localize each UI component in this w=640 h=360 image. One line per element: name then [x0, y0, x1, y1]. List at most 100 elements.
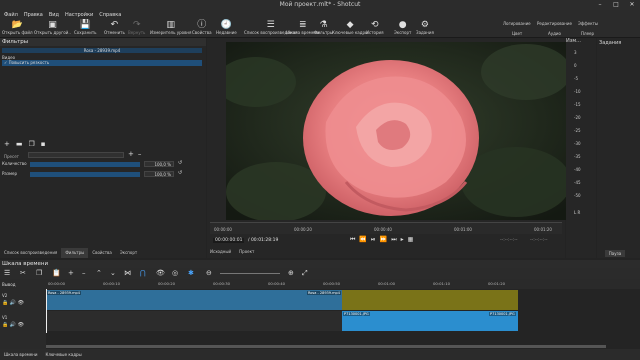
cut-icon[interactable]: ✂: [20, 269, 26, 277]
keyframes-button[interactable]: ◆ Ключевые кадры: [332, 20, 368, 35]
param-size-slider[interactable]: [30, 172, 140, 177]
filter-file-name: Rosa - 28939.mp4: [2, 48, 202, 53]
save-button[interactable]: 💾 Сохранить: [74, 20, 97, 35]
ripple-delete-icon[interactable]: –: [82, 269, 86, 277]
append-icon[interactable]: +: [68, 269, 74, 277]
layout-button[interactable]: Редактирование: [537, 21, 572, 26]
layout-button[interactable]: Логирование: [503, 21, 531, 26]
current-timecode[interactable]: 00:00:00:01: [213, 238, 245, 243]
clip-v2-1[interactable]: Rosa - 28939.mp4: [46, 290, 306, 310]
tab-export[interactable]: Экспорт: [116, 248, 141, 258]
preset-save-icon[interactable]: +: [128, 150, 134, 158]
menu-view[interactable]: Вид: [49, 12, 59, 18]
tab-keyframes[interactable]: Ключевые кадры: [45, 352, 81, 357]
scrub-icon[interactable]: 👁: [156, 269, 165, 277]
meter-scale-tick: -50: [574, 193, 581, 198]
menu-file[interactable]: Файл: [4, 12, 18, 18]
zoom-fit-icon[interactable]: ⤢: [302, 269, 308, 278]
tab-timeline[interactable]: Шкала времени: [4, 352, 37, 357]
pause-jobs-button[interactable]: Пауза: [605, 250, 625, 257]
menu-help[interactable]: Справка: [99, 12, 121, 18]
layout-button[interactable]: Цвет: [512, 31, 522, 36]
timeline-ruler-tick: 00:00:30: [213, 281, 231, 286]
zoom-out-icon[interactable]: ⊖: [206, 269, 212, 277]
play-pause-icon[interactable]: ⏯: [371, 236, 376, 244]
player-ruler-tick: 00:01:20: [534, 227, 552, 232]
tab-filters[interactable]: Фильтры: [61, 248, 89, 258]
clip-v1-2[interactable]: P7130001.JPG: [488, 311, 518, 331]
player-ruler-tick: 00:00:00: [214, 227, 232, 232]
video-preview[interactable]: [226, 42, 566, 220]
overwrite-icon[interactable]: ⌄: [110, 269, 116, 277]
recent-button[interactable]: 🕘 Недавние: [216, 20, 237, 35]
tab-properties[interactable]: Свойства: [88, 248, 116, 258]
menu-settings[interactable]: Настройки: [65, 12, 93, 18]
empty-region-v2: [342, 290, 518, 310]
preset-select[interactable]: [28, 152, 124, 158]
layout-button[interactable]: Аудио: [548, 31, 561, 36]
toolbar-label: Сохранить: [74, 30, 97, 35]
playhead[interactable]: [46, 289, 47, 333]
track-v2-icons[interactable]: 🔒 🔊 👁: [2, 300, 24, 306]
timeline-ruler-tick: 00:00:00: [48, 281, 66, 286]
peak-meter-icon: ▥: [166, 20, 175, 30]
layout-button[interactable]: Эффекты: [578, 21, 598, 26]
audio-meter-panel: Изм... 3 0 -5 -10 -15 -20 -25 -30 -35 -40 -45 -50 L…: [566, 38, 596, 258]
open-file-button[interactable]: 📂 Открыть файл: [2, 20, 33, 35]
bottom-tabs: Шкала времени Ключевые кадры: [0, 349, 640, 360]
preset-delete-icon[interactable]: –: [138, 150, 142, 158]
copy-icon[interactable]: ❐: [36, 269, 42, 277]
fast-forward-icon[interactable]: ⏩: [380, 236, 387, 244]
param-size-reset-icon[interactable]: ↺: [178, 170, 182, 176]
clip-v2-2[interactable]: Rosa - 28939.mp4: [306, 290, 342, 310]
deselect-filter-icon[interactable]: ▪: [41, 140, 46, 148]
grid-icon[interactable]: ▦: [408, 236, 414, 244]
layout-button[interactable]: Плеер: [581, 31, 594, 36]
timeline-scrollbar[interactable]: [46, 345, 606, 348]
redo-button[interactable]: ↷ Вернуть: [128, 20, 145, 35]
zoom-slider[interactable]: [220, 273, 280, 274]
preset-label: Пресет: [4, 154, 19, 159]
export-button[interactable]: ● Экспорт: [394, 20, 411, 35]
zoom-in-icon[interactable]: ⊕: [288, 269, 294, 277]
skip-end-icon[interactable]: ⏭: [391, 236, 396, 244]
peak-meter-button[interactable]: ▥ Измеритель уровня: [150, 20, 191, 35]
timeline-ruler[interactable]: 00:00:00 00:00:10 00:00:20 00:00:30 00:00:40…: [46, 279, 640, 289]
undo-button[interactable]: ↶ Отменить: [104, 20, 125, 35]
player-ruler[interactable]: 00:00:00 00:00:20 00:00:40 00:01:00 00:01:20: [210, 222, 562, 234]
filters-button[interactable]: ⚗ Фильтры: [314, 20, 333, 35]
timeline-menu-icon[interactable]: ☰: [4, 269, 10, 277]
menu-edit[interactable]: Правка: [24, 12, 43, 18]
remove-filter-icon[interactable]: ▬: [16, 140, 23, 148]
tab-playlist[interactable]: Список воспроизведения: [0, 248, 61, 258]
add-filter-icon[interactable]: +: [4, 140, 10, 148]
track-headers: Вывод V2 🔒 🔊 👁 V1 🔒 🔊 👁: [0, 279, 46, 349]
paste-icon[interactable]: 📋: [52, 269, 61, 277]
tab-project[interactable]: Проект: [239, 249, 254, 254]
history-button[interactable]: ⟲ История: [366, 20, 384, 35]
snap-icon[interactable]: ⋂: [140, 269, 146, 277]
skip-start-icon[interactable]: ⏮: [350, 236, 355, 244]
close-button[interactable]: ✕: [624, 0, 640, 9]
minimize-button[interactable]: –: [592, 0, 608, 9]
ripple-all-icon[interactable]: ✱: [188, 269, 194, 277]
param-amount-value[interactable]: 100,0 %: [144, 161, 174, 167]
split-icon[interactable]: ⋈: [124, 269, 131, 277]
param-size-value[interactable]: 100,0 %: [144, 171, 174, 177]
tab-source[interactable]: Исходный: [210, 249, 231, 254]
copy-filter-icon[interactable]: ❐: [29, 140, 35, 148]
rewind-icon[interactable]: ⏪: [359, 236, 366, 244]
maximize-button[interactable]: □: [608, 0, 624, 9]
param-amount-slider[interactable]: [30, 162, 140, 167]
jobs-button[interactable]: ⚙ Задания: [416, 20, 434, 35]
player-ruler-tick: 00:00:20: [294, 227, 312, 232]
volume-icon[interactable]: ▸: [401, 236, 404, 244]
clip-v1-1[interactable]: P7130001.JPG: [342, 311, 488, 331]
track-v1-icons[interactable]: 🔒 🔊 👁: [2, 322, 24, 328]
lift-icon[interactable]: ⌃: [96, 269, 102, 277]
param-amount-reset-icon[interactable]: ↺: [178, 160, 182, 166]
properties-button[interactable]: ⓘ Свойства: [192, 20, 212, 35]
timeline-toolbar: ☰ ✂ ❐ 📋 + – ⌃ ⌄ ⋈ ⋂ 👁 ◎ ✱ ⊖ ⊕ ⤢: [0, 268, 640, 279]
ripple-icon[interactable]: ◎: [172, 269, 178, 277]
open-other-button[interactable]: ▣ Открыть другой..: [34, 20, 71, 35]
